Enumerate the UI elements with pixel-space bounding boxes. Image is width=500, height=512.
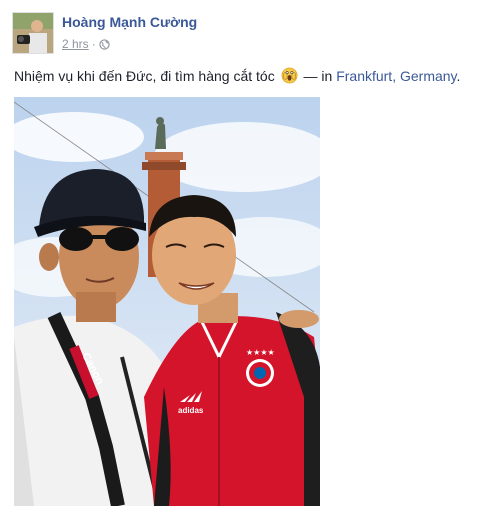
selfie-photo-illustration: Canon ★★★★ adidas <box>14 97 320 506</box>
status-text: Nhiệm vụ khi đến Đức, đi tìm hàng cắt tó… <box>14 68 275 84</box>
post-meta: 2 hrs · <box>62 37 110 51</box>
author-name[interactable]: Hoàng Mạnh Cường <box>62 14 197 30</box>
globe-icon[interactable] <box>99 38 110 50</box>
status-text-line: Nhiệm vụ khi đến Đức, đi tìm hàng cắt tó… <box>14 67 494 85</box>
location-link[interactable]: Frankfurt, Germany <box>336 68 456 84</box>
post-timestamp[interactable]: 2 hrs <box>62 37 89 51</box>
post-photo[interactable]: Canon ★★★★ adidas <box>14 97 320 506</box>
location-prefix: — in <box>303 68 333 84</box>
jersey-logo-text: adidas <box>178 406 204 415</box>
meta-separator: · <box>91 37 96 51</box>
author-avatar[interactable] <box>12 12 54 54</box>
facebook-post: Hoàng Mạnh Cường 2 hrs · Nhiệm vụ khi đế… <box>0 0 500 512</box>
screaming-face-emoji-icon <box>281 67 298 84</box>
location-suffix: . <box>456 68 461 84</box>
svg-text:★★★★: ★★★★ <box>246 348 275 357</box>
